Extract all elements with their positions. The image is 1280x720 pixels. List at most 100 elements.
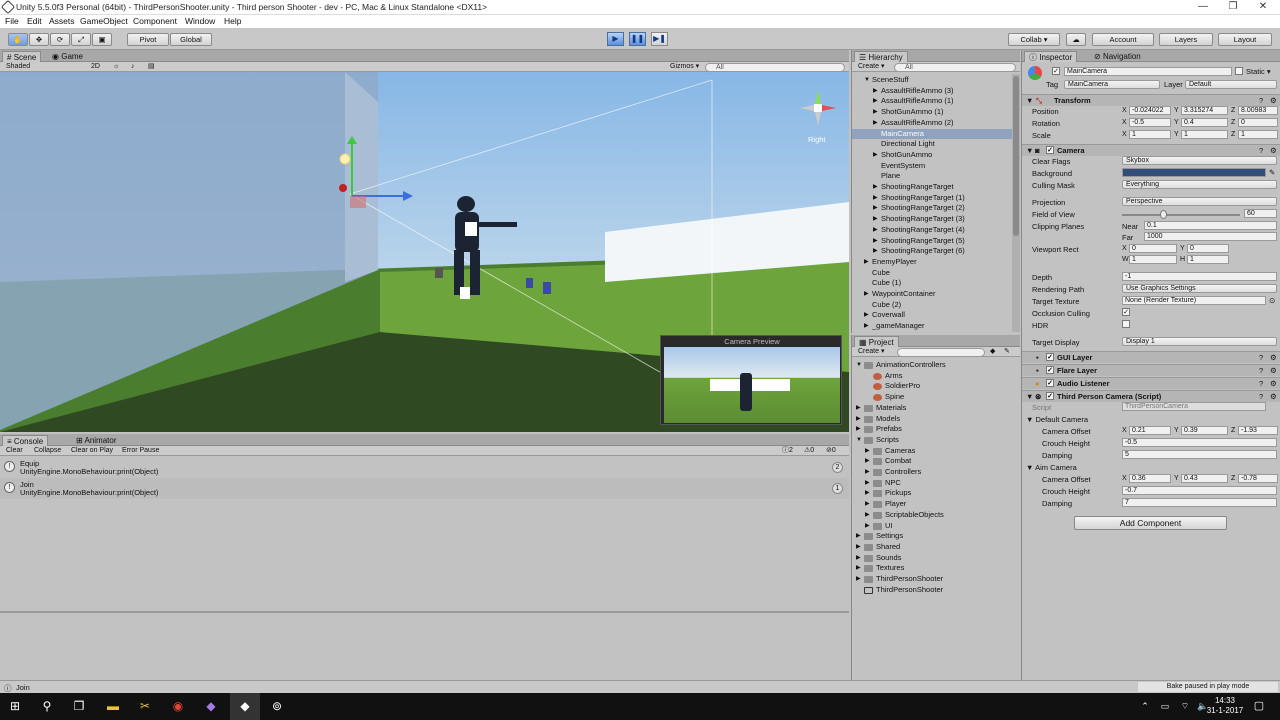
project-item[interactable]: ▶ Materials: [852, 403, 1020, 414]
hierarchy-item[interactable]: ▼ SceneStuff: [852, 75, 1012, 86]
foldout-arrow-icon[interactable]: ▶: [864, 289, 869, 300]
console-clear-on-play-button[interactable]: Clear on Play: [71, 446, 113, 456]
foldout-arrow-icon[interactable]: ▶: [856, 574, 861, 585]
console-collapse-button[interactable]: Collapse: [34, 446, 61, 456]
foldout-arrow-icon[interactable]: ▼: [856, 360, 862, 371]
project-item[interactable]: ▶ UI: [852, 521, 1020, 532]
console-entry[interactable]: ! Join UnityEngine.MonoBehaviour:print(O…: [0, 478, 849, 499]
target-texture-field[interactable]: None (Render Texture): [1122, 296, 1266, 305]
project-item[interactable]: ▶ Shared: [852, 542, 1020, 553]
hierarchy-item[interactable]: ▶ ShootingRangeTarget: [852, 182, 1012, 193]
foldout-arrow-icon[interactable]: ▶: [864, 321, 869, 332]
menu-gameobject[interactable]: GameObject: [80, 16, 128, 26]
console-error-pause-button[interactable]: Error Pause: [122, 446, 159, 456]
foldout-arrow-icon[interactable]: ▶: [865, 499, 870, 510]
foldout-arrow-icon[interactable]: ▶: [873, 107, 878, 118]
tab-hierarchy[interactable]: ☰ Hierarchy: [854, 51, 908, 62]
hierarchy-item[interactable]: ▶ ShootingRangeTarget (4): [852, 225, 1012, 236]
audio-listener-checkbox[interactable]: ✓: [1046, 379, 1054, 387]
fov-slider-thumb[interactable]: [1160, 210, 1168, 219]
menu-window[interactable]: Window: [185, 16, 215, 26]
default-camera-foldout[interactable]: ▼ Default Camera: [1026, 415, 1088, 424]
rotation-z-field[interactable]: 0: [1238, 118, 1278, 127]
project-item[interactable]: ▶ Combat: [852, 456, 1020, 467]
scale-x-field[interactable]: 1: [1129, 130, 1171, 139]
hand-tool-button[interactable]: ✋: [8, 33, 28, 46]
foldout-arrow-icon[interactable]: ▶: [856, 414, 861, 425]
gui-layer-checkbox[interactable]: ✓: [1046, 353, 1054, 361]
foldout-arrow-icon[interactable]: ▶: [873, 86, 878, 97]
console-clear-button[interactable]: Clear: [6, 446, 23, 456]
cloud-button[interactable]: ☁: [1066, 33, 1086, 46]
task-view-icon[interactable]: ❐: [64, 693, 94, 720]
tag-dropdown[interactable]: MainCamera: [1064, 80, 1160, 89]
layout-dropdown[interactable]: Layout: [1218, 33, 1272, 46]
menu-file[interactable]: File: [5, 16, 19, 26]
culling-mask-dropdown[interactable]: Everything: [1122, 180, 1277, 189]
component-help-icon[interactable]: ?: [1259, 391, 1263, 402]
aim-camera-offset-y-field[interactable]: 0.43: [1181, 474, 1228, 483]
clear-flags-dropdown[interactable]: Skybox: [1122, 156, 1277, 165]
project-item[interactable]: ▶ Player: [852, 499, 1020, 510]
static-checkbox[interactable]: [1235, 67, 1243, 75]
hierarchy-item[interactable]: Cube (1): [852, 278, 1012, 289]
hierarchy-item[interactable]: Cube (2): [852, 300, 1012, 311]
project-item[interactable]: ▶ Textures: [852, 563, 1020, 574]
hierarchy-item[interactable]: ▶ ShootingRangeTarget (6): [852, 246, 1012, 257]
filter-by-type-icon[interactable]: ◆: [990, 347, 995, 357]
foldout-arrow-icon[interactable]: ▶: [873, 236, 878, 247]
foldout-arrow-icon[interactable]: ▶: [865, 510, 870, 521]
object-name-field[interactable]: MainCamera: [1064, 67, 1232, 76]
lighting-toggle-icon[interactable]: ☼: [113, 62, 119, 72]
console-entry[interactable]: ! Equip UnityEngine.MonoBehaviour:print(…: [0, 457, 849, 478]
project-item[interactable]: ▶ Prefabs: [852, 424, 1020, 435]
aim-camera-offset-z-field[interactable]: -0.78: [1238, 474, 1278, 483]
scale-z-field[interactable]: 1: [1238, 130, 1278, 139]
fov-field[interactable]: 60: [1244, 209, 1277, 218]
rect-tool-button[interactable]: ▣: [92, 33, 112, 46]
hierarchy-item[interactable]: EventSystem: [852, 161, 1012, 172]
hierarchy-item[interactable]: ▶ ShotGunAmmo: [852, 150, 1012, 161]
hdr-checkbox[interactable]: [1122, 320, 1130, 328]
component-help-icon[interactable]: ?: [1259, 352, 1263, 363]
project-create-dropdown[interactable]: Create ▾: [858, 347, 884, 357]
foldout-arrow-icon[interactable]: ▶: [856, 553, 861, 564]
hierarchy-scroll-thumb[interactable]: [1013, 76, 1019, 236]
inspector-scrollbar[interactable]: [1273, 62, 1280, 72]
foldout-arrow-icon[interactable]: ▶: [873, 225, 878, 236]
foldout-arrow-icon[interactable]: ▶: [873, 193, 878, 204]
flare-layer-checkbox[interactable]: ✓: [1046, 366, 1054, 374]
project-item[interactable]: ▶ NPC: [852, 478, 1020, 489]
hierarchy-scrollbar[interactable]: [1012, 74, 1020, 332]
project-item[interactable]: ▶ ScriptableObjects: [852, 510, 1020, 521]
maximize-button[interactable]: ❐: [1218, 0, 1248, 15]
default-camera-offset-z-field[interactable]: -1.93: [1238, 426, 1278, 435]
rotation-y-field[interactable]: 0.4: [1181, 118, 1228, 127]
notifications-icon[interactable]: ▢: [1244, 693, 1274, 720]
default-damping-field[interactable]: 5: [1122, 450, 1277, 459]
filter-by-label-icon[interactable]: ✎: [1004, 347, 1010, 357]
hierarchy-create-dropdown[interactable]: Create ▾: [858, 62, 884, 72]
account-dropdown[interactable]: Account: [1092, 33, 1154, 46]
foldout-arrow-icon[interactable]: ▶: [865, 446, 870, 457]
hierarchy-item[interactable]: ▶ WaypointContainer: [852, 289, 1012, 300]
foldout-arrow-icon[interactable]: ▶: [865, 467, 870, 478]
hierarchy-item[interactable]: ▶ AssaultRifleAmmo (2): [852, 118, 1012, 129]
foldout-arrow-icon[interactable]: ▶: [873, 203, 878, 214]
far-field[interactable]: 1000: [1144, 232, 1277, 241]
rotate-tool-button[interactable]: ⟳: [50, 33, 70, 46]
position-y-field[interactable]: 3.315274: [1181, 106, 1228, 115]
tab-project[interactable]: ▦ Project: [854, 336, 899, 347]
tab-navigation[interactable]: ⊘ Navigation: [1090, 51, 1145, 62]
tools-app-icon[interactable]: ✂: [130, 693, 160, 720]
aim-camera-offset-x-field[interactable]: 0.36: [1129, 474, 1171, 483]
gui-layer-header[interactable]: ▪ ✓ GUI Layer ? ⚙: [1022, 351, 1280, 363]
project-item[interactable]: ▶ Sounds: [852, 553, 1020, 564]
project-item[interactable]: ▶ ThirdPersonShooter: [852, 574, 1020, 585]
hierarchy-item[interactable]: MainCamera: [852, 128, 1012, 140]
hierarchy-item[interactable]: ▶ _gameManager: [852, 321, 1012, 332]
camera-header[interactable]: ▼ ◙ ✓ Camera ? ⚙: [1022, 144, 1280, 156]
tab-inspector[interactable]: ⓘ Inspector: [1024, 51, 1078, 62]
pivot-toggle[interactable]: Pivot: [127, 33, 169, 46]
menu-edit[interactable]: Edit: [27, 16, 42, 26]
